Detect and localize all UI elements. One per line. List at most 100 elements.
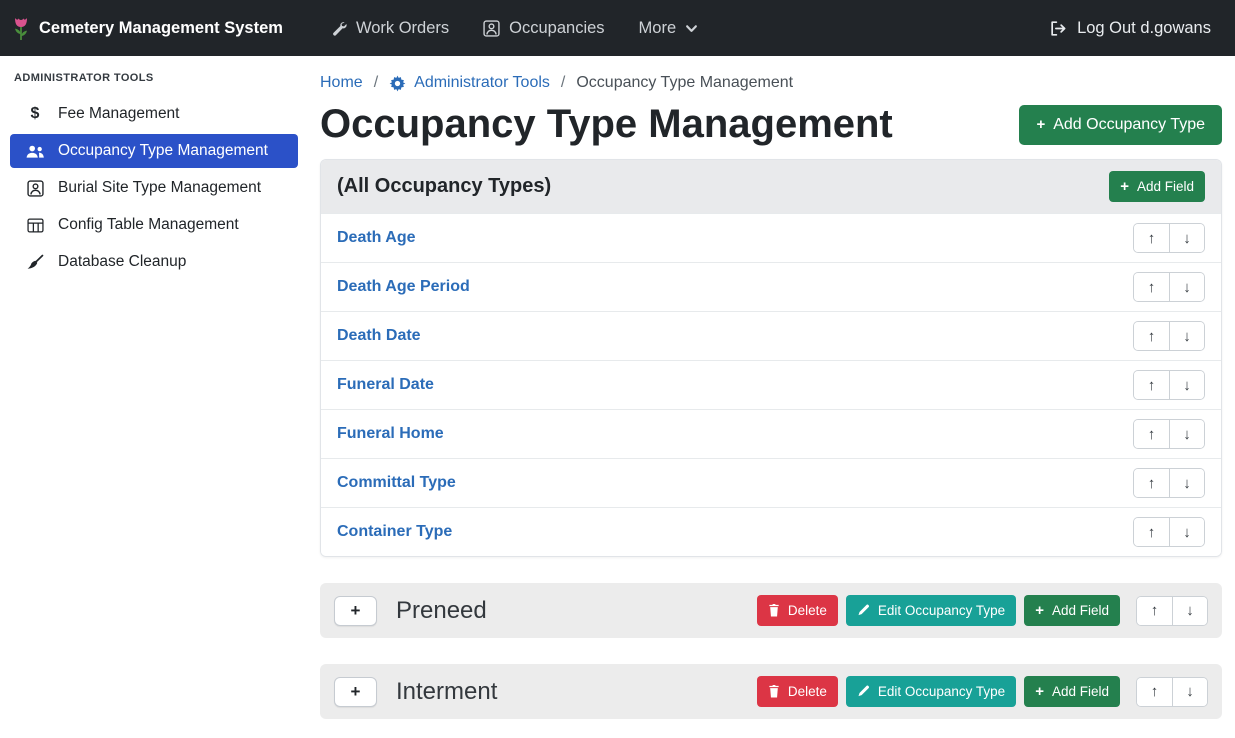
plus-icon: + xyxy=(1036,117,1045,132)
sidebar-item-burial-site-type-management[interactable]: Burial Site Type Management xyxy=(10,171,298,205)
plus-icon: + xyxy=(1120,179,1129,194)
logout-label: Log Out d.gowans xyxy=(1077,19,1211,38)
add-field-label: Add Field xyxy=(1137,179,1194,194)
add-field-button[interactable]: + Add Field xyxy=(1109,171,1205,202)
users-icon xyxy=(24,144,46,159)
move-down-button[interactable]: ↓ xyxy=(1169,518,1204,546)
trash-icon xyxy=(768,685,780,698)
nav-item-more[interactable]: More xyxy=(639,19,699,38)
pencil-icon xyxy=(857,685,870,698)
page-title: Occupancy Type Management xyxy=(320,102,893,147)
occupancy-type-section-interment: + Interment Delete xyxy=(320,664,1222,719)
reorder-button-group: ↑ ↓ xyxy=(1133,468,1205,498)
sidebar-item-label: Fee Management xyxy=(58,105,180,123)
nav-item-label: Work Orders xyxy=(356,19,449,38)
breadcrumb-separator: / xyxy=(374,74,378,92)
move-down-button[interactable]: ↓ xyxy=(1169,420,1204,448)
field-row: Death Date ↑ ↓ xyxy=(321,311,1221,360)
field-link[interactable]: Death Age xyxy=(337,229,416,247)
reorder-button-group: ↑ ↓ xyxy=(1133,321,1205,351)
sidebar-item-fee-management[interactable]: $ Fee Management xyxy=(10,97,298,131)
breadcrumb: Home / Administrator Tools / Occupancy T… xyxy=(320,74,1222,92)
move-up-button[interactable]: ↑ xyxy=(1134,420,1169,448)
nav-item-label: Occupancies xyxy=(509,19,604,38)
tools-icon xyxy=(330,20,347,37)
nav-item-occupancies[interactable]: Occupancies xyxy=(483,19,604,38)
breadcrumb-separator: / xyxy=(561,74,565,92)
edit-occupancy-type-button[interactable]: Edit Occupancy Type xyxy=(846,676,1016,707)
add-field-label: Add Field xyxy=(1052,603,1109,618)
all-occupancy-types-card: (All Occupancy Types) + Add Field Death … xyxy=(320,159,1222,557)
delete-button[interactable]: Delete xyxy=(757,595,838,626)
field-link[interactable]: Funeral Date xyxy=(337,376,434,394)
edit-occupancy-type-button[interactable]: Edit Occupancy Type xyxy=(846,595,1016,626)
brand-link[interactable]: Cemetery Management System xyxy=(12,15,283,42)
field-row: Death Age Period ↑ ↓ xyxy=(321,262,1221,311)
add-field-button[interactable]: + Add Field xyxy=(1024,676,1120,707)
breadcrumb-admin-tools-link[interactable]: Administrator Tools xyxy=(389,74,550,92)
move-down-button[interactable]: ↓ xyxy=(1172,678,1207,706)
logout-button[interactable]: Log Out d.gowans xyxy=(1049,19,1211,38)
field-link[interactable]: Funeral Home xyxy=(337,425,444,443)
field-row: Funeral Home ↑ ↓ xyxy=(321,409,1221,458)
move-down-button[interactable]: ↓ xyxy=(1169,371,1204,399)
occupancy-type-section-preneed: + Preneed Delete xyxy=(320,583,1222,638)
section-actions: Delete Edit Occupancy Type + Add Field ↑ xyxy=(757,595,1208,626)
field-row: Funeral Date ↑ ↓ xyxy=(321,360,1221,409)
person-square-icon xyxy=(24,180,46,197)
breadcrumb-home-link[interactable]: Home xyxy=(320,74,363,92)
add-field-button[interactable]: + Add Field xyxy=(1024,595,1120,626)
reorder-button-group: ↑ ↓ xyxy=(1133,272,1205,302)
field-link[interactable]: Death Age Period xyxy=(337,278,470,296)
logout-icon xyxy=(1049,20,1068,37)
delete-label: Delete xyxy=(788,603,827,618)
move-up-button[interactable]: ↑ xyxy=(1134,322,1169,350)
move-up-button[interactable]: ↑ xyxy=(1134,224,1169,252)
top-navbar: Cemetery Management System Work Orders O… xyxy=(0,0,1235,56)
sidebar-item-occupancy-type-management[interactable]: Occupancy Type Management xyxy=(10,134,298,168)
sidebar-item-config-table-management[interactable]: Config Table Management xyxy=(10,208,298,242)
move-down-button[interactable]: ↓ xyxy=(1169,469,1204,497)
expand-section-button[interactable]: + xyxy=(334,596,377,626)
gear-icon xyxy=(389,75,406,92)
sidebar-item-label: Database Cleanup xyxy=(58,253,186,271)
sidebar-item-label: Config Table Management xyxy=(58,216,239,234)
field-link[interactable]: Container Type xyxy=(337,523,452,541)
move-down-button[interactable]: ↓ xyxy=(1169,273,1204,301)
nav-item-work-orders[interactable]: Work Orders xyxy=(330,19,449,38)
expand-section-button[interactable]: + xyxy=(334,677,377,707)
field-link[interactable]: Committal Type xyxy=(337,474,456,492)
plus-icon: + xyxy=(1035,603,1044,618)
breadcrumb-admin-tools-label: Administrator Tools xyxy=(414,74,550,92)
move-down-button[interactable]: ↓ xyxy=(1169,322,1204,350)
field-row: Death Age ↑ ↓ xyxy=(321,213,1221,262)
field-link[interactable]: Death Date xyxy=(337,327,421,345)
move-up-button[interactable]: ↑ xyxy=(1134,273,1169,301)
trash-icon xyxy=(768,604,780,617)
reorder-button-group: ↑ ↓ xyxy=(1133,223,1205,253)
delete-button[interactable]: Delete xyxy=(757,676,838,707)
move-up-button[interactable]: ↑ xyxy=(1134,518,1169,546)
sidebar-item-database-cleanup[interactable]: Database Cleanup xyxy=(10,245,298,279)
section-title: Interment xyxy=(396,678,497,706)
table-icon xyxy=(24,218,46,233)
delete-label: Delete xyxy=(788,684,827,699)
move-down-button[interactable]: ↓ xyxy=(1169,224,1204,252)
move-up-button[interactable]: ↑ xyxy=(1137,597,1172,625)
tulip-logo-icon xyxy=(12,15,30,42)
sidebar: ADMINISTRATOR TOOLS $ Fee Management Occ… xyxy=(0,56,308,738)
field-row: Committal Type ↑ ↓ xyxy=(321,458,1221,507)
move-up-button[interactable]: ↑ xyxy=(1137,678,1172,706)
move-down-button[interactable]: ↓ xyxy=(1172,597,1207,625)
edit-occupancy-type-label: Edit Occupancy Type xyxy=(878,684,1005,699)
sidebar-header: ADMINISTRATOR TOOLS xyxy=(0,64,308,94)
pencil-icon xyxy=(857,604,870,617)
plus-icon: + xyxy=(1035,684,1044,699)
dollar-icon: $ xyxy=(24,105,46,123)
move-up-button[interactable]: ↑ xyxy=(1134,469,1169,497)
sidebar-item-label: Occupancy Type Management xyxy=(58,142,268,160)
chevron-down-icon xyxy=(685,22,698,35)
move-up-button[interactable]: ↑ xyxy=(1134,371,1169,399)
add-occupancy-type-button[interactable]: + Add Occupancy Type xyxy=(1019,105,1222,145)
reorder-button-group: ↑ ↓ xyxy=(1133,370,1205,400)
